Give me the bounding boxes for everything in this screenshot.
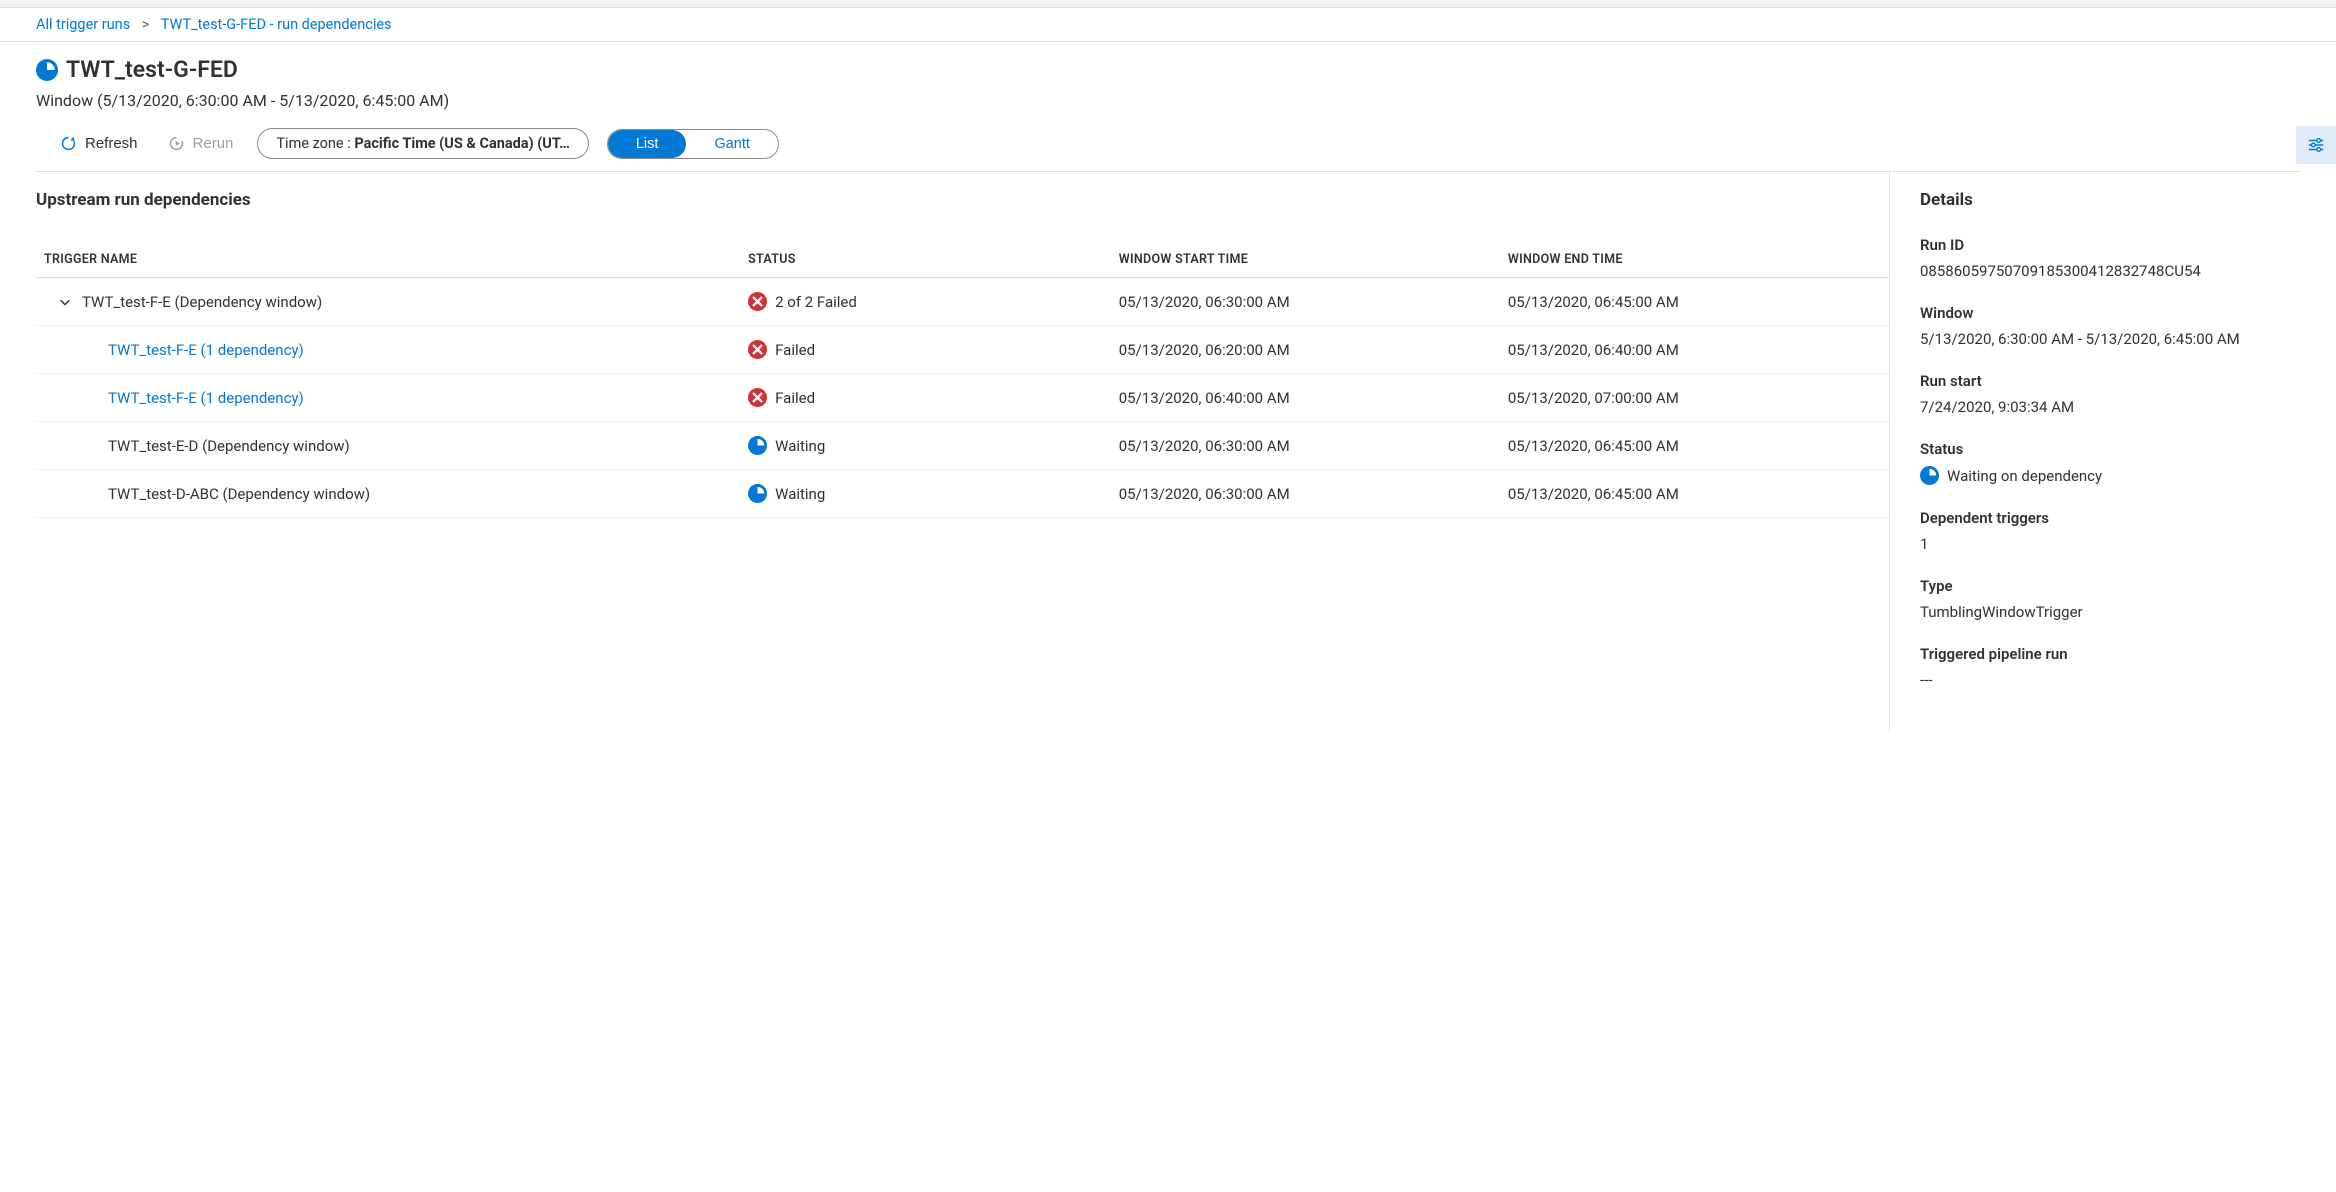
clock-icon (748, 484, 767, 503)
run-id-value: 08586059750709185300412832748CU54 (1920, 262, 2286, 280)
chevron-down-icon[interactable] (58, 295, 72, 309)
fail-icon (748, 340, 767, 359)
refresh-label: Refresh (85, 135, 138, 152)
status-text: Waiting (775, 485, 825, 503)
toolbar: Refresh Rerun Time zone : Pacific Time (… (36, 128, 2300, 172)
rerun-label: Rerun (193, 135, 234, 152)
details-status-value: Waiting on dependency (1920, 466, 2286, 485)
trigger-name[interactable]: TWT_test-F-E (1 dependency) (108, 389, 304, 407)
refresh-icon (60, 135, 77, 152)
rerun-icon (168, 135, 185, 152)
fail-icon (748, 388, 767, 407)
dependencies-table: TRIGGER NAME STATUS WINDOW START TIME WI… (36, 242, 1889, 518)
refresh-button[interactable]: Refresh (54, 131, 144, 156)
window-top-bar (0, 0, 2336, 8)
window-label: Window (1920, 304, 2286, 322)
table-row[interactable]: TWT_test-F-E (1 dependency) Failed 05/13/2… (36, 374, 1889, 422)
view-toggle: List Gantt (607, 129, 779, 159)
window-start: 05/13/2020, 06:40:00 AM (1111, 374, 1500, 422)
breadcrumb-separator: > (134, 16, 158, 33)
gantt-toggle[interactable]: Gantt (686, 130, 777, 158)
run-start-label: Run start (1920, 372, 2286, 390)
status-text: Failed (775, 341, 815, 359)
window-end: 05/13/2020, 07:00:00 AM (1500, 374, 1889, 422)
table-row[interactable]: TWT_test-D-ABC (Dependency window) Waitin… (36, 470, 1889, 518)
details-panel: Details Run ID 0858605975070918530041283… (1890, 172, 2300, 731)
rerun-button: Rerun (162, 131, 240, 156)
pipeline-label: Triggered pipeline run (1920, 645, 2286, 663)
window-end: 05/13/2020, 06:45:00 AM (1500, 422, 1889, 470)
window-value: 5/13/2020, 6:30:00 AM - 5/13/2020, 6:45:… (1920, 330, 2286, 348)
run-start-value: 7/24/2020, 9:03:34 AM (1920, 398, 2286, 416)
details-title: Details (1920, 190, 2286, 210)
upstream-section-title: Upstream run dependencies (36, 190, 1889, 210)
status-text: 2 of 2 Failed (775, 293, 857, 311)
window-end: 05/13/2020, 06:45:00 AM (1500, 278, 1889, 326)
col-end[interactable]: WINDOW END TIME (1500, 242, 1889, 278)
table-row[interactable]: TWT_test-F-E (Dependency window) 2 of 2 F… (36, 278, 1889, 326)
sliders-icon (2307, 136, 2325, 154)
timezone-value: Pacific Time (US & Canada) (UT… (354, 135, 570, 152)
type-value: TumblingWindowTrigger (1920, 603, 2286, 621)
trigger-name[interactable]: TWT_test-F-E (1 dependency) (108, 341, 304, 359)
window-end: 05/13/2020, 06:45:00 AM (1500, 470, 1889, 518)
type-label: Type (1920, 577, 2286, 595)
trigger-name: TWT_test-E-D (Dependency window) (108, 437, 350, 455)
status-text: Failed (775, 389, 815, 407)
settings-button[interactable] (2296, 126, 2336, 164)
window-start: 05/13/2020, 06:20:00 AM (1111, 326, 1500, 374)
dep-triggers-value: 1 (1920, 535, 2286, 553)
run-id-label: Run ID (1920, 236, 2286, 254)
timezone-label: Time zone : (276, 135, 354, 152)
col-status[interactable]: STATUS (740, 242, 1111, 278)
dep-triggers-label: Dependent triggers (1920, 509, 2286, 527)
clock-icon (748, 436, 767, 455)
window-end: 05/13/2020, 06:40:00 AM (1500, 326, 1889, 374)
table-row[interactable]: TWT_test-F-E (1 dependency) Failed 05/13/2… (36, 326, 1889, 374)
window-start: 05/13/2020, 06:30:00 AM (1111, 278, 1500, 326)
col-trigger-name[interactable]: TRIGGER NAME (36, 242, 740, 278)
status-text: Waiting (775, 437, 825, 455)
details-status-label: Status (1920, 440, 2286, 458)
pipeline-value: --- (1920, 671, 2286, 689)
fail-icon (748, 292, 767, 311)
details-status-text: Waiting on dependency (1947, 467, 2102, 485)
trigger-name: TWT_test-F-E (Dependency window) (82, 293, 322, 311)
col-start[interactable]: WINDOW START TIME (1111, 242, 1500, 278)
breadcrumb-current-link[interactable]: TWT_test-G-FED - run dependencies (161, 16, 392, 33)
breadcrumb: All trigger runs > TWT_test-G-FED - run … (0, 8, 2336, 41)
window-start: 05/13/2020, 06:30:00 AM (1111, 422, 1500, 470)
list-toggle[interactable]: List (608, 130, 687, 158)
clock-icon (1920, 466, 1939, 485)
trigger-name: TWT_test-D-ABC (Dependency window) (108, 485, 370, 503)
table-row[interactable]: TWT_test-E-D (Dependency window) Waiting 0… (36, 422, 1889, 470)
window-start: 05/13/2020, 06:30:00 AM (1111, 470, 1500, 518)
breadcrumb-root-link[interactable]: All trigger runs (36, 16, 130, 33)
window-subtitle: Window (5/13/2020, 6:30:00 AM - 5/13/202… (36, 91, 2300, 110)
timezone-selector[interactable]: Time zone : Pacific Time (US & Canada) (… (257, 128, 588, 159)
clock-icon (36, 59, 58, 81)
page-title: TWT_test-G-FED (66, 56, 238, 83)
